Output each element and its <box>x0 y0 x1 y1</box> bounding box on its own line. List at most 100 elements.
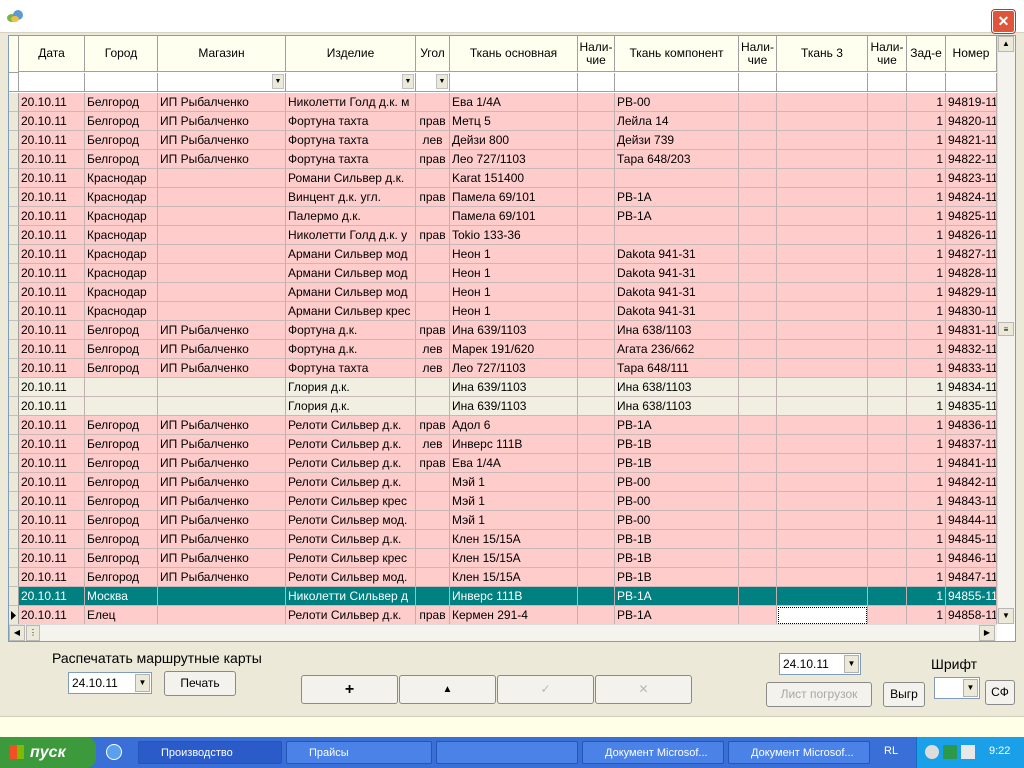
filter-store[interactable]: ▼ <box>158 73 286 92</box>
cell-fabric-main[interactable]: Клен 15/15А <box>450 530 578 549</box>
cell-availability-3[interactable] <box>868 169 907 188</box>
cell-product[interactable]: Николетти Голд д.к. у <box>286 226 416 245</box>
cell-store[interactable]: ИП Рыбалченко <box>158 131 286 150</box>
row-selector[interactable] <box>9 302 19 321</box>
cell-fabric-3[interactable] <box>777 302 868 321</box>
cell-date[interactable]: 20.10.11 <box>19 359 85 378</box>
load-sheet-button[interactable]: Лист погрузок <box>766 682 872 707</box>
cell-availability-2[interactable] <box>739 454 777 473</box>
task-prices[interactable]: Прайсы <box>286 741 432 764</box>
table-row[interactable]: 20.10.11 Елец Релоти Сильвер д.к. прав Керме… <box>9 606 997 625</box>
cell-store[interactable] <box>158 207 286 226</box>
cell-availability[interactable] <box>578 112 615 131</box>
cell-fabric-component[interactable]: РВ-00 <box>615 492 739 511</box>
cell-availability-2[interactable] <box>739 511 777 530</box>
cell-number[interactable]: 94819-11 <box>946 93 997 112</box>
cell-availability-2[interactable] <box>739 264 777 283</box>
task-app[interactable] <box>436 741 578 764</box>
cell-product[interactable]: Палермо д.к. <box>286 207 416 226</box>
cell-task[interactable]: 1 <box>907 359 946 378</box>
row-selector[interactable] <box>9 131 19 150</box>
cell-number[interactable]: 94828-11 <box>946 264 997 283</box>
cell-availability-3[interactable] <box>868 207 907 226</box>
cell-date[interactable]: 20.10.11 <box>19 473 85 492</box>
cell-task[interactable]: 1 <box>907 131 946 150</box>
cell-task[interactable]: 1 <box>907 454 946 473</box>
table-row[interactable]: 20.10.11 Белгород ИП Рыбалченко Релоти Силь… <box>9 473 997 492</box>
cell-city[interactable]: Белгород <box>85 150 158 169</box>
cell-fabric-3[interactable] <box>777 226 868 245</box>
cell-availability-3[interactable] <box>868 245 907 264</box>
cell-number[interactable]: 94837-11 <box>946 435 997 454</box>
cell-product[interactable]: Армани Сильвер крес <box>286 302 416 321</box>
cell-availability-3[interactable] <box>868 378 907 397</box>
cell-product[interactable]: Глория д.к. <box>286 397 416 416</box>
row-selector[interactable] <box>9 207 19 226</box>
cell-product[interactable]: Винцент д.к. угл. <box>286 188 416 207</box>
cell-availability[interactable] <box>578 435 615 454</box>
add-record-button[interactable]: + <box>301 675 398 704</box>
cell-date[interactable]: 20.10.11 <box>19 454 85 473</box>
cell-store[interactable]: ИП Рыбалченко <box>158 150 286 169</box>
cell-product[interactable]: Николетти Голд д.к. м <box>286 93 416 112</box>
task-word-doc-2[interactable]: Документ Microsof... <box>728 741 870 764</box>
cell-fabric-main[interactable]: Кермен 291-4 <box>450 606 578 625</box>
column-header-city[interactable]: Город <box>85 36 158 72</box>
cell-fabric-component[interactable]: РВ-00 <box>615 511 739 530</box>
cell-task[interactable]: 1 <box>907 511 946 530</box>
cell-angle[interactable]: прав <box>416 454 450 473</box>
row-selector[interactable] <box>9 340 19 359</box>
cell-fabric-3[interactable] <box>777 264 868 283</box>
cell-date[interactable]: 20.10.11 <box>19 511 85 530</box>
tray-icon[interactable] <box>925 745 939 759</box>
cell-date[interactable]: 20.10.11 <box>19 492 85 511</box>
column-header-availability-2[interactable]: Нали- чие <box>739 36 777 72</box>
task-word-doc-1[interactable]: Документ Microsof... <box>582 741 724 764</box>
cell-availability-3[interactable] <box>868 492 907 511</box>
cell-fabric-3[interactable] <box>777 283 868 302</box>
cell-fabric-main[interactable]: Памела 69/101 <box>450 188 578 207</box>
cell-product[interactable]: Релоти Сильвер крес <box>286 492 416 511</box>
cell-fabric-main[interactable]: Мэй 1 <box>450 511 578 530</box>
cell-number[interactable]: 94833-11 <box>946 359 997 378</box>
table-row[interactable]: 20.10.11 Глория д.к. Ина 639/1103 Ина 638/1… <box>9 397 997 416</box>
row-selector[interactable] <box>9 321 19 340</box>
cell-fabric-3[interactable] <box>777 207 868 226</box>
cell-angle[interactable] <box>416 397 450 416</box>
cell-store[interactable]: ИП Рыбалченко <box>158 530 286 549</box>
cell-angle[interactable] <box>416 245 450 264</box>
cell-city[interactable]: Москва <box>85 587 158 606</box>
cell-date[interactable]: 20.10.11 <box>19 283 85 302</box>
chevron-down-icon[interactable]: ▼ <box>844 655 859 673</box>
cell-angle[interactable]: лев <box>416 359 450 378</box>
filter-fabric-component[interactable] <box>615 73 739 92</box>
cell-store[interactable]: ИП Рыбалченко <box>158 454 286 473</box>
scroll-down-button[interactable]: ▼ <box>998 608 1014 624</box>
cell-task[interactable]: 1 <box>907 568 946 587</box>
cell-city[interactable]: Краснодар <box>85 169 158 188</box>
print-button[interactable]: Печать <box>164 671 236 696</box>
cell-availability[interactable] <box>578 397 615 416</box>
cell-availability-2[interactable] <box>739 549 777 568</box>
cell-fabric-3[interactable] <box>777 188 868 207</box>
row-selector[interactable] <box>9 226 19 245</box>
hscroll-thumb[interactable]: ⋮ <box>26 625 40 641</box>
cell-product[interactable]: Фортуна тахта <box>286 150 416 169</box>
cell-city[interactable]: Белгород <box>85 435 158 454</box>
cell-number[interactable]: 94855-11 <box>946 587 997 606</box>
cell-fabric-3[interactable] <box>777 587 868 606</box>
cell-availability[interactable] <box>578 492 615 511</box>
cell-product[interactable]: Фортуна тахта <box>286 112 416 131</box>
cell-angle[interactable] <box>416 93 450 112</box>
font-combo[interactable]: ▼ <box>934 677 980 699</box>
cell-number[interactable]: 94832-11 <box>946 340 997 359</box>
cell-number[interactable]: 94820-11 <box>946 112 997 131</box>
row-selector[interactable] <box>9 568 19 587</box>
cell-angle[interactable]: лев <box>416 340 450 359</box>
cell-number[interactable]: 94844-11 <box>946 511 997 530</box>
filter-availability-2[interactable] <box>739 73 777 92</box>
cell-product[interactable]: Релоти Сильвер д.к. <box>286 454 416 473</box>
cell-angle[interactable]: лев <box>416 131 450 150</box>
cell-date[interactable]: 20.10.11 <box>19 131 85 150</box>
cell-date[interactable]: 20.10.11 <box>19 226 85 245</box>
